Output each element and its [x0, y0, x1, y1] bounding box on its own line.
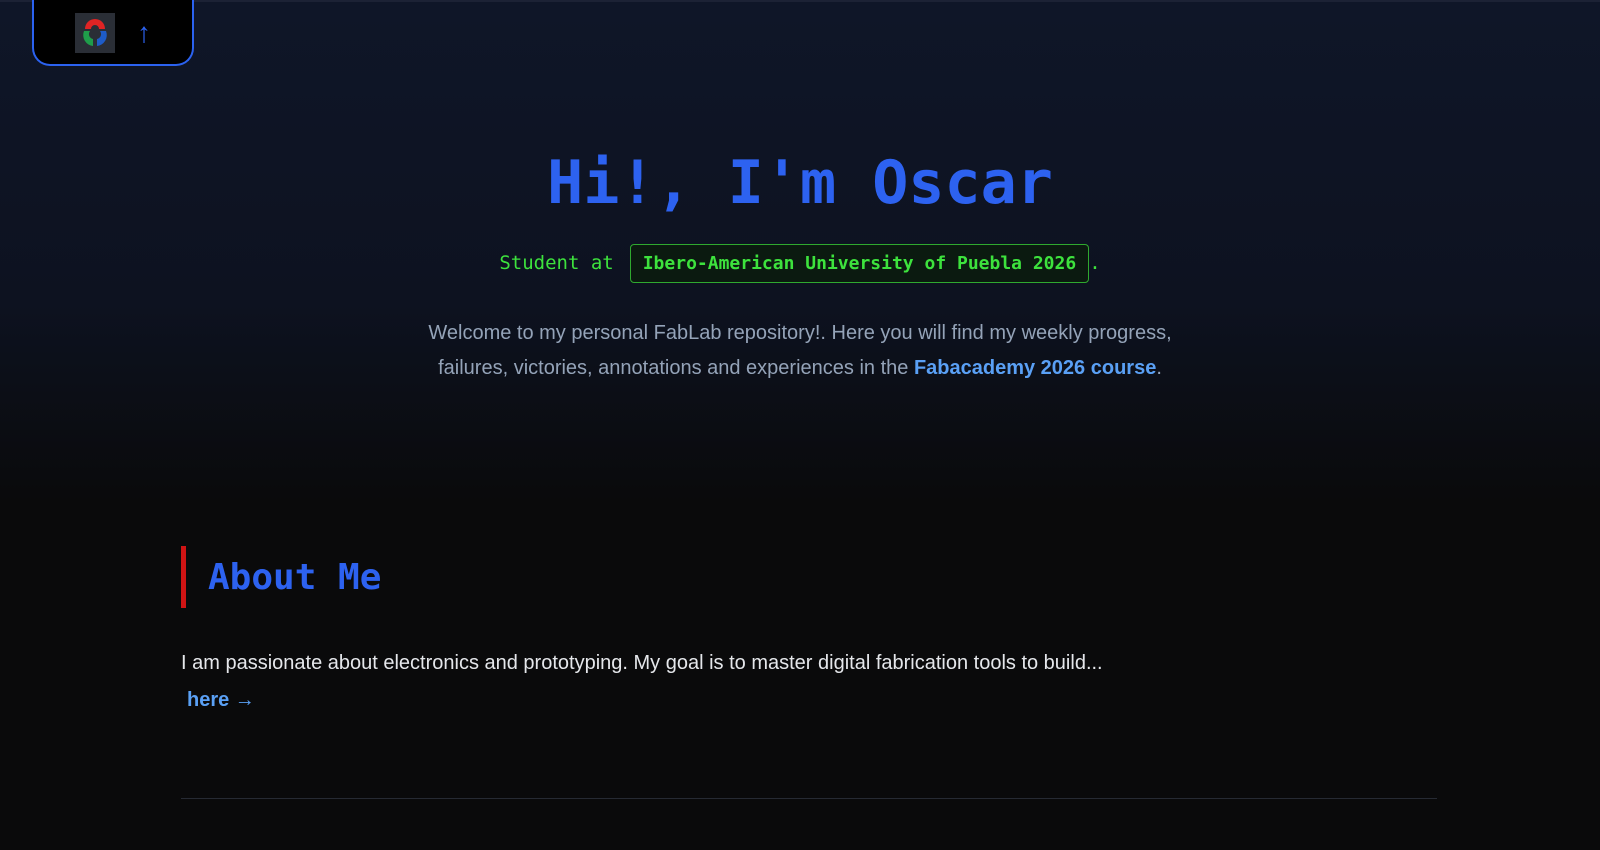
about-text: I am passionate about electronics and pr…	[181, 645, 1103, 719]
about-body: I am passionate about electronics and pr…	[181, 652, 1103, 674]
section-divider	[181, 798, 1437, 799]
subtitle-prefix: Student at	[499, 252, 614, 274]
about-heading-block: About Me	[181, 546, 381, 608]
page-title: Hi!, I'm Oscar	[547, 148, 1053, 218]
subtitle-suffix: .	[1089, 252, 1101, 274]
read-more-link[interactable]: here →	[187, 689, 255, 711]
fabacademy-logo-icon[interactable]	[75, 13, 115, 53]
about-heading: About Me	[208, 556, 382, 598]
university-badge: Ibero-American University of Puebla 2026	[629, 244, 1090, 283]
floating-nav: ↑	[32, 0, 194, 66]
fabacademy-link[interactable]: Fabacademy 2026 course	[914, 357, 1156, 379]
welcome-text: Welcome to my personal FabLab repository…	[410, 316, 1190, 386]
welcome-end: .	[1156, 357, 1162, 379]
scroll-to-top-icon[interactable]: ↑	[137, 17, 151, 49]
subtitle: Student at Ibero-American University of P…	[0, 244, 1600, 283]
